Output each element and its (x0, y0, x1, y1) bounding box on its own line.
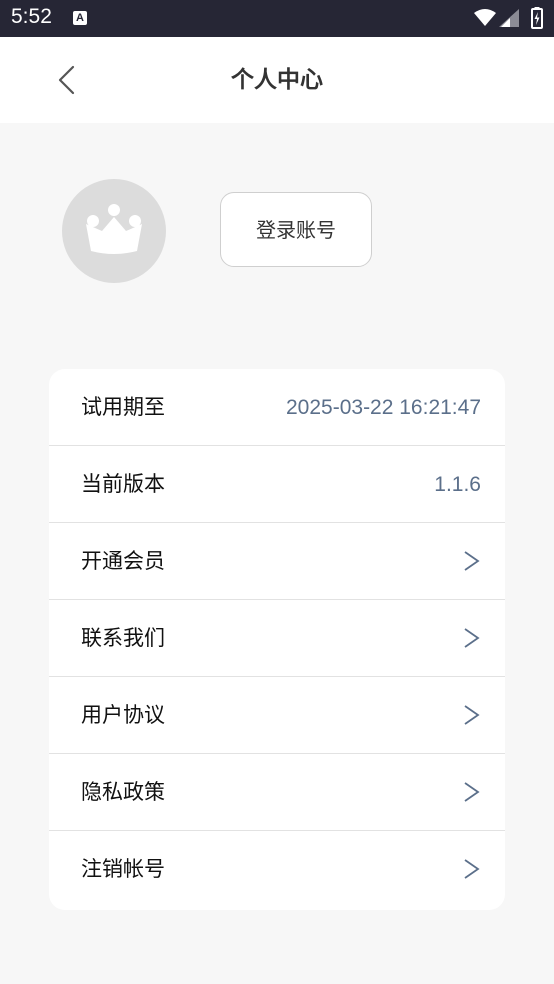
chevron-right-icon (464, 551, 480, 571)
trial-label: 试用期至 (81, 395, 165, 419)
settings-list: 试用期至 2025-03-22 16:21:47 当前版本 1.1.6 开通会员… (49, 369, 505, 910)
list-item-cancel-account[interactable]: 注销帐号 (49, 831, 505, 908)
list-item-trial: 试用期至 2025-03-22 16:21:47 (49, 369, 505, 446)
trial-expiry-value: 2025-03-22 16:21:47 (286, 396, 481, 419)
version-label: 当前版本 (81, 472, 165, 496)
list-item-membership[interactable]: 开通会员 (49, 523, 505, 600)
battery-icon (531, 7, 543, 29)
privacy-label: 隐私政策 (81, 780, 165, 804)
membership-label: 开通会员 (81, 549, 165, 573)
chevron-right-icon (464, 628, 480, 648)
avatar[interactable] (62, 179, 166, 283)
wifi-icon (474, 9, 496, 26)
list-item-version: 当前版本 1.1.6 (49, 446, 505, 523)
signal-icon (499, 9, 519, 27)
crown-icon (86, 204, 142, 254)
page-title: 个人中心 (231, 67, 323, 93)
status-bar: 5:52 A (0, 0, 554, 37)
contact-label: 联系我们 (81, 626, 165, 650)
header-bar: 个人中心 (0, 37, 554, 123)
chevron-right-icon (464, 859, 480, 879)
version-value: 1.1.6 (434, 473, 481, 496)
agreement-label: 用户协议 (81, 703, 165, 727)
list-item-contact[interactable]: 联系我们 (49, 600, 505, 677)
login-button[interactable]: 登录账号 (220, 192, 372, 267)
cancel-account-label: 注销帐号 (81, 857, 165, 881)
chevron-right-icon (464, 782, 480, 802)
status-time: 5:52 (11, 5, 52, 28)
list-item-privacy[interactable]: 隐私政策 (49, 754, 505, 831)
chevron-right-icon (464, 705, 480, 725)
notification-icon: A (73, 11, 87, 25)
notification-badge-text: A (76, 12, 84, 24)
list-item-agreement[interactable]: 用户协议 (49, 677, 505, 754)
